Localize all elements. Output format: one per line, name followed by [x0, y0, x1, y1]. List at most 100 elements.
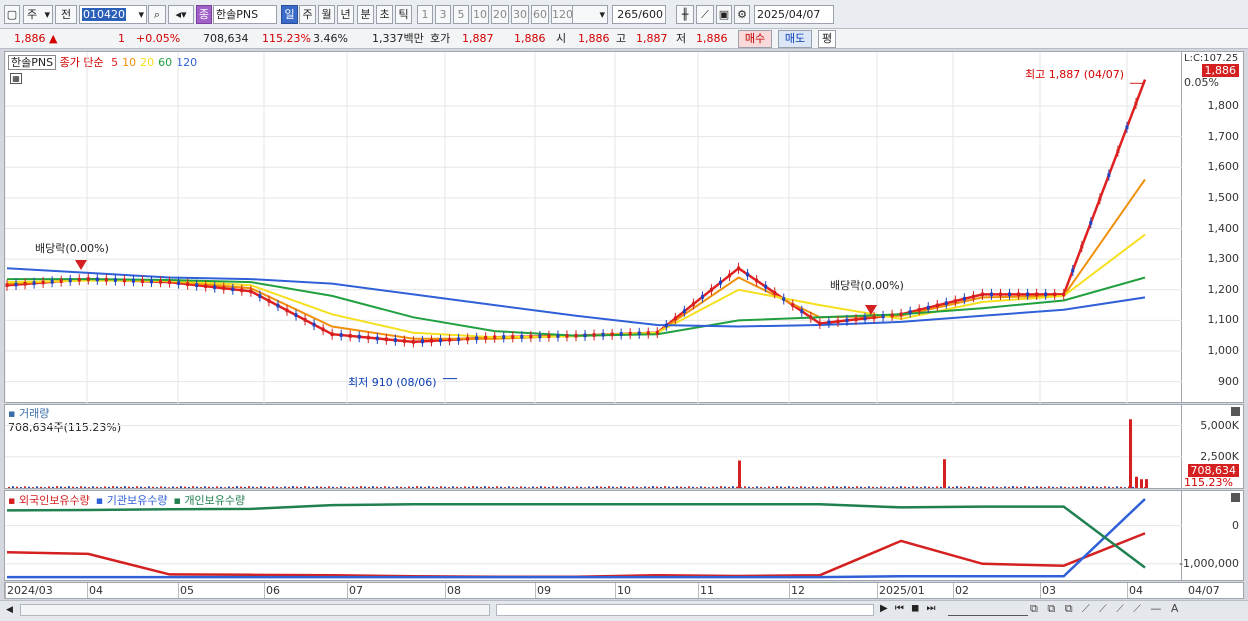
- y-tick-label: 0: [1232, 518, 1239, 532]
- stock-code-input[interactable]: 010420 ▾: [79, 5, 147, 24]
- candle-body: [1062, 292, 1066, 297]
- count-field[interactable]: 265/600: [612, 5, 666, 24]
- volume-bar: [1012, 486, 1014, 488]
- candle-body: [5, 283, 9, 288]
- window-icon[interactable]: ▢: [4, 5, 20, 24]
- volume-bar: [508, 486, 510, 488]
- playback-controls[interactable]: ▶ ⏮ ◼ ⏭: [880, 603, 938, 614]
- interval-tab[interactable]: 3: [435, 5, 451, 24]
- period-tab[interactable]: 년: [337, 5, 354, 24]
- volume-bar: [584, 487, 586, 488]
- volume-bar: [720, 486, 722, 488]
- interval-tab[interactable]: 5: [453, 5, 469, 24]
- candle-body: [755, 278, 759, 283]
- interval-tab[interactable]: 120: [551, 5, 573, 24]
- volume-bar: [40, 486, 42, 488]
- sell-button[interactable]: 매도: [778, 30, 812, 48]
- chevron-down-icon: ▾: [138, 8, 144, 21]
- candle-body: [131, 278, 135, 283]
- close-icon[interactable]: [1231, 493, 1240, 502]
- line-icon[interactable]: ⟋: [696, 5, 714, 24]
- interval-tab[interactable]: 60: [531, 5, 549, 24]
- period-tab[interactable]: 주: [299, 5, 316, 24]
- holdings-panel[interactable]: ▪ 외국인보유수량 ▪ 기관보유수량 ▪ 개인보유수량: [4, 490, 1183, 581]
- date-field[interactable]: 2025/04/07: [754, 5, 834, 24]
- volume-bar: [540, 486, 542, 488]
- volume-bar: [32, 487, 34, 488]
- candle-body: [1125, 125, 1129, 130]
- volume-bar: [20, 487, 22, 488]
- period-tab[interactable]: 분: [357, 5, 374, 24]
- volume-bar: [708, 487, 710, 488]
- volume-bar: [124, 486, 126, 488]
- search-icon[interactable]: ⌕: [148, 5, 166, 24]
- candle-icon[interactable]: ╫: [676, 5, 694, 24]
- scroll-track[interactable]: [20, 604, 490, 616]
- candle-body: [14, 282, 18, 287]
- gear-icon[interactable]: ⚙: [734, 5, 750, 24]
- interval-tab[interactable]: 30: [511, 5, 529, 24]
- close-icon[interactable]: [1231, 407, 1240, 416]
- candle-body: [709, 287, 713, 292]
- price-chart-panel[interactable]: 한솔PNS 종가 단순 5 10 20 60 120 ▦ 최고 1,887 (04/07…: [4, 51, 1183, 404]
- tool-icons[interactable]: ⧉ ⧉ ⧉ ⟋ ⟋ ⟋ ⟋ — A: [1030, 602, 1181, 616]
- low-annotation: 최저 910 (08/06): [348, 376, 437, 389]
- avg-button[interactable]: 평: [818, 30, 836, 48]
- period-tab[interactable]: 틱: [395, 5, 412, 24]
- volume-bar: [1135, 476, 1138, 488]
- speaker-icon[interactable]: ◂▾: [168, 5, 194, 24]
- volume-bar: [736, 486, 738, 488]
- candle-body: [809, 315, 813, 320]
- volume-bar: [308, 486, 310, 488]
- volume-bar: [1068, 487, 1070, 488]
- stock-name-field[interactable]: 한솔PNS: [213, 5, 277, 24]
- scroll-thumb[interactable]: [496, 604, 874, 616]
- volume-bar: [412, 486, 414, 488]
- period-tab[interactable]: 초: [376, 5, 393, 24]
- volume-bar: [884, 486, 886, 488]
- candle-body: [935, 303, 939, 308]
- candle-body: [1026, 292, 1030, 297]
- scroll-left-icon[interactable]: ◀: [6, 605, 13, 615]
- candle-body: [917, 308, 921, 312]
- open-value: 1,886: [578, 32, 610, 45]
- candle-body: [402, 339, 406, 343]
- volume-bar: [1008, 486, 1010, 488]
- volume-panel[interactable]: ▪ 거래량 708,634주(115.23%): [4, 404, 1183, 489]
- period-tab[interactable]: 월: [318, 5, 335, 24]
- buy-button[interactable]: 매수: [738, 30, 772, 48]
- high-value: 1,887: [636, 32, 668, 45]
- volume-bar: [760, 486, 762, 488]
- candle-body: [240, 288, 244, 293]
- candle-body: [493, 335, 497, 340]
- candle-body: [448, 337, 452, 342]
- candle-body: [429, 338, 433, 343]
- volume-bar: [560, 487, 562, 488]
- volume-bar: [644, 486, 646, 488]
- volume-bar: [780, 486, 782, 488]
- save-icon[interactable]: ▣: [716, 5, 732, 24]
- low-label: 저: [676, 32, 687, 45]
- x-axis-end-label: 04/07: [1188, 584, 1220, 597]
- interval-tab[interactable]: 20: [491, 5, 509, 24]
- volume-bar: [788, 486, 790, 488]
- volume-bar: [692, 486, 694, 488]
- volume-bar: [424, 486, 426, 488]
- interval-tab[interactable]: 1: [417, 5, 433, 24]
- candle-body: [1044, 292, 1048, 297]
- zoom-slider[interactable]: [948, 604, 1028, 616]
- interval-custom-select[interactable]: ▾: [572, 5, 608, 24]
- volume-bar: [764, 487, 766, 488]
- period-type-button[interactable]: 전: [55, 5, 77, 24]
- volume-bar: [1108, 486, 1110, 488]
- candle-body: [1089, 220, 1093, 225]
- interval-tab[interactable]: 10: [471, 5, 489, 24]
- period-tab[interactable]: 일: [281, 5, 298, 24]
- x-tick-label: 12: [791, 584, 805, 597]
- volume-bar: [952, 486, 954, 488]
- volume-bar: [1076, 486, 1078, 488]
- volume-bar: [904, 486, 906, 488]
- volume-bar: [804, 486, 806, 488]
- volume-bar: [140, 486, 142, 488]
- market-type-select[interactable]: 주 ▾: [23, 5, 53, 24]
